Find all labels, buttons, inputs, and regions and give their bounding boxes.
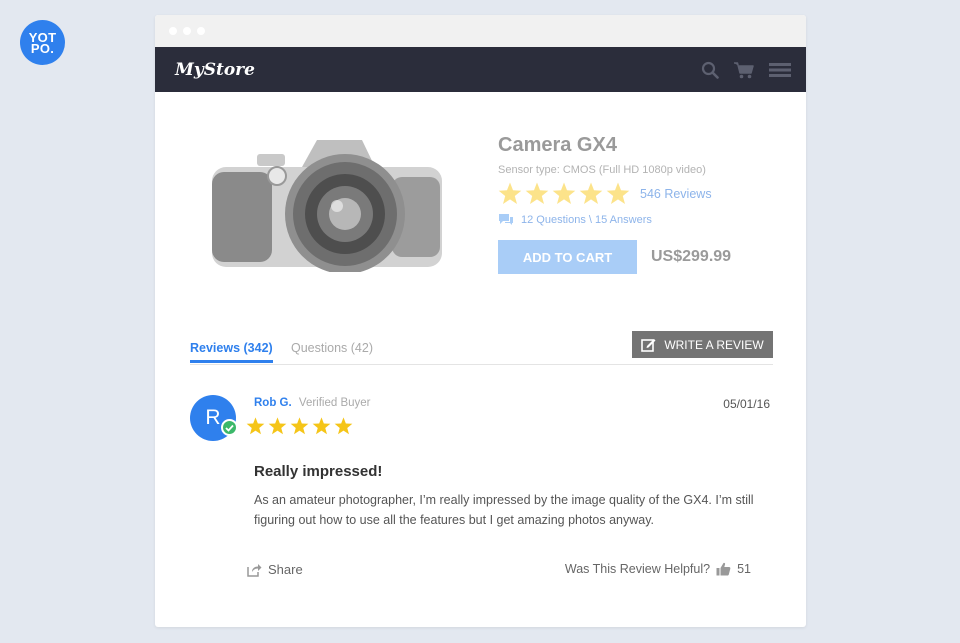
nav-icons: [701, 61, 791, 79]
review-body: As an amateur photographer, I’m really i…: [254, 493, 754, 527]
tab-reviews[interactable]: Reviews (342): [190, 341, 273, 363]
share-label: Share: [268, 562, 303, 577]
star-icon: [334, 417, 353, 435]
tab-questions[interactable]: Questions (42): [291, 341, 373, 355]
yotpo-logo: YOT PO.: [20, 20, 65, 65]
camera-image: [212, 140, 442, 272]
product-rating: 546 Reviews: [498, 182, 731, 205]
product-section: Camera GX4 Sensor type: CMOS (Full HD 10…: [155, 92, 806, 332]
star-icon: [525, 182, 549, 204]
yotpo-logo-line2: PO.: [30, 40, 55, 56]
star-icon: [606, 182, 630, 204]
review-tabs: Reviews (342) Questions (42) WRITE A REV…: [190, 331, 773, 365]
review-stars: [246, 417, 353, 435]
cart-row: ADD TO CART US$299.99: [498, 240, 731, 274]
reviewer-name[interactable]: Rob G.: [254, 397, 292, 409]
star-icon: [246, 417, 265, 435]
review-helpful: Was This Review Helpful? 51: [565, 562, 751, 576]
helpful-question: Was This Review Helpful?: [564, 562, 711, 576]
review-author: Rob G. Verified Buyer: [254, 397, 371, 409]
store-navbar: MyStore: [155, 47, 806, 92]
browser-titlebar: [155, 15, 806, 47]
write-review-button[interactable]: WRITE A REVIEW: [632, 331, 773, 358]
star-icon: [312, 417, 331, 435]
star-icon: [552, 182, 576, 204]
thumbs-up-icon[interactable]: [716, 562, 731, 576]
window-dot-maximize[interactable]: [197, 27, 205, 35]
review-date: 05/01/16: [723, 397, 770, 411]
verified-check-icon: [221, 419, 238, 436]
product-info: Camera GX4 Sensor type: CMOS (Full HD 10…: [498, 134, 731, 274]
helpful-count: 51: [737, 562, 751, 576]
add-to-cart-button[interactable]: ADD TO CART: [498, 240, 637, 274]
avatar-initial: R: [205, 406, 221, 429]
star-icon: [498, 182, 522, 204]
star-icon: [290, 417, 309, 435]
star-icon: [268, 417, 287, 435]
menu-icon[interactable]: [769, 62, 791, 78]
verified-buyer-label: Verified Buyer: [298, 397, 371, 409]
qa-link[interactable]: 12 Questions \ 15 Answers: [498, 213, 731, 226]
search-icon[interactable]: [701, 61, 719, 79]
product-sensor: Sensor type: CMOS (Full HD 1080p video): [498, 164, 706, 176]
reviews-count-link[interactable]: 546 Reviews: [640, 187, 712, 201]
qa-link-label: 12 Questions \ 15 Answers: [521, 213, 652, 226]
share-button[interactable]: Share: [247, 562, 303, 577]
browser-window: MyStore Camera GX4 Sensor type: CMOS (Fu…: [155, 15, 806, 627]
window-dot-close[interactable]: [169, 27, 177, 35]
chat-bubble-icon: [499, 214, 513, 225]
cart-icon[interactable]: [733, 61, 755, 79]
product-title: Camera GX4: [498, 134, 617, 156]
store-logo[interactable]: MyStore: [175, 60, 255, 80]
product-price: US$299.99: [651, 248, 732, 265]
window-dot-minimize[interactable]: [183, 27, 191, 35]
review-title: Really impressed!: [254, 463, 383, 480]
edit-icon: [641, 339, 656, 352]
share-icon: [247, 563, 262, 577]
product-stars: [498, 182, 630, 205]
write-review-label: WRITE A REVIEW: [664, 337, 764, 352]
star-icon: [579, 182, 603, 204]
